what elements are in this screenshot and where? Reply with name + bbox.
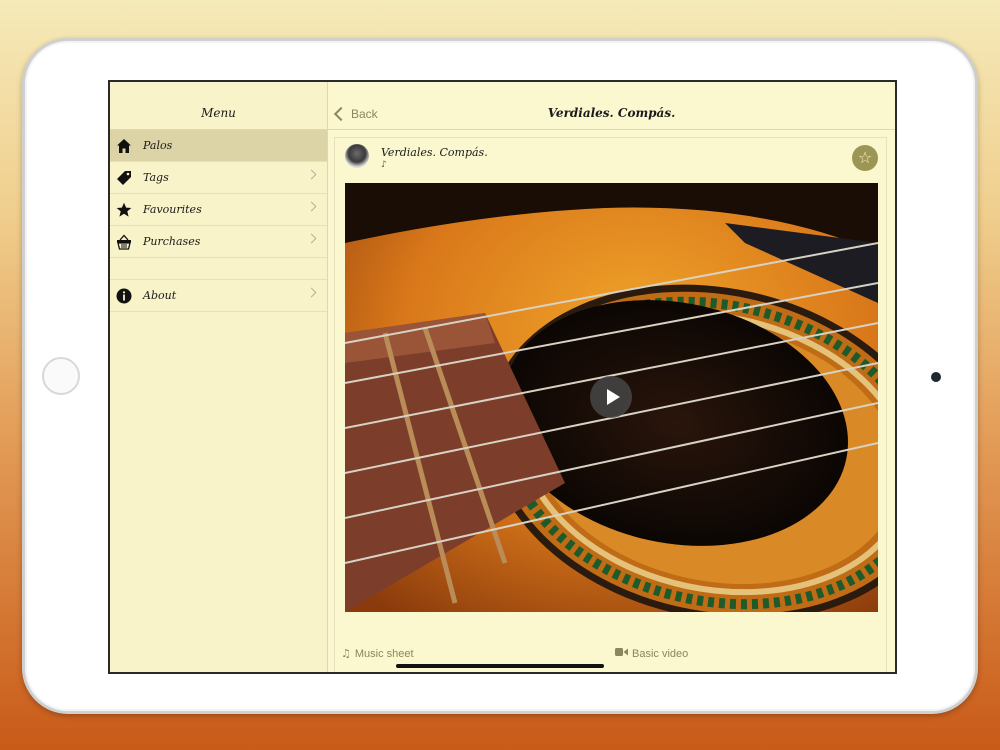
menu-separator: [110, 258, 327, 280]
sidebar-item-about[interactable]: About: [110, 280, 327, 312]
sidebar-item-label: Favourites: [143, 203, 202, 216]
sidebar-item-label: Tags: [143, 171, 169, 184]
music-note-icon: ♫: [341, 647, 351, 660]
sidebar-item-label: About: [143, 289, 177, 302]
front-camera: [931, 372, 941, 382]
video-camera-icon: [615, 647, 628, 660]
sidebar-item-purchases[interactable]: Purchases: [110, 226, 327, 258]
play-icon: [606, 389, 620, 405]
video-player[interactable]: [345, 183, 878, 612]
info-icon: [115, 287, 133, 305]
sidebar-item-palos[interactable]: Palos: [110, 130, 327, 162]
app-screen: Menu Palos Tags Favourites Purchases Abo…: [108, 80, 897, 674]
chevron-right-icon: [306, 233, 317, 244]
music-sheet-link[interactable]: ♫ Music sheet: [341, 647, 414, 660]
detail-pane: Back Verdiales. Compás. Verdiales. Compá…: [328, 82, 895, 672]
menu-list: Palos Tags Favourites Purchases About: [110, 130, 327, 312]
chevron-right-icon: [306, 287, 317, 298]
home-indicator: [396, 664, 604, 668]
chevron-right-icon: [306, 169, 317, 180]
chevron-right-icon: [306, 201, 317, 212]
play-button[interactable]: [590, 376, 632, 418]
page-title: Verdiales. Compás.: [547, 106, 676, 120]
music-note-icon: ♪: [381, 160, 387, 170]
favourite-button[interactable]: ☆: [852, 145, 878, 171]
basic-video-link[interactable]: Basic video: [615, 647, 688, 660]
navigation-bar: Back Verdiales. Compás.: [328, 98, 895, 130]
sidebar-item-tags[interactable]: Tags: [110, 162, 327, 194]
sidebar-title: Menu: [110, 98, 327, 130]
sidebar-item-favourites[interactable]: Favourites: [110, 194, 327, 226]
sidebar: Menu Palos Tags Favourites Purchases Abo…: [110, 82, 328, 672]
basic-video-label: Basic video: [632, 647, 689, 660]
music-sheet-label: Music sheet: [354, 647, 414, 660]
avatar: [345, 144, 369, 168]
tag-icon: [115, 169, 133, 187]
post-card: Verdiales. Compás. ♪ ☆ ♫ Music sheet Bas…: [334, 137, 887, 672]
sidebar-item-label: Purchases: [143, 235, 201, 248]
basket-icon: [115, 233, 133, 251]
sidebar-item-label: Palos: [143, 139, 173, 152]
post-title: Verdiales. Compás.: [381, 146, 488, 159]
star-icon: [115, 201, 133, 219]
home-button[interactable]: [42, 357, 80, 395]
home-icon: [115, 137, 133, 155]
